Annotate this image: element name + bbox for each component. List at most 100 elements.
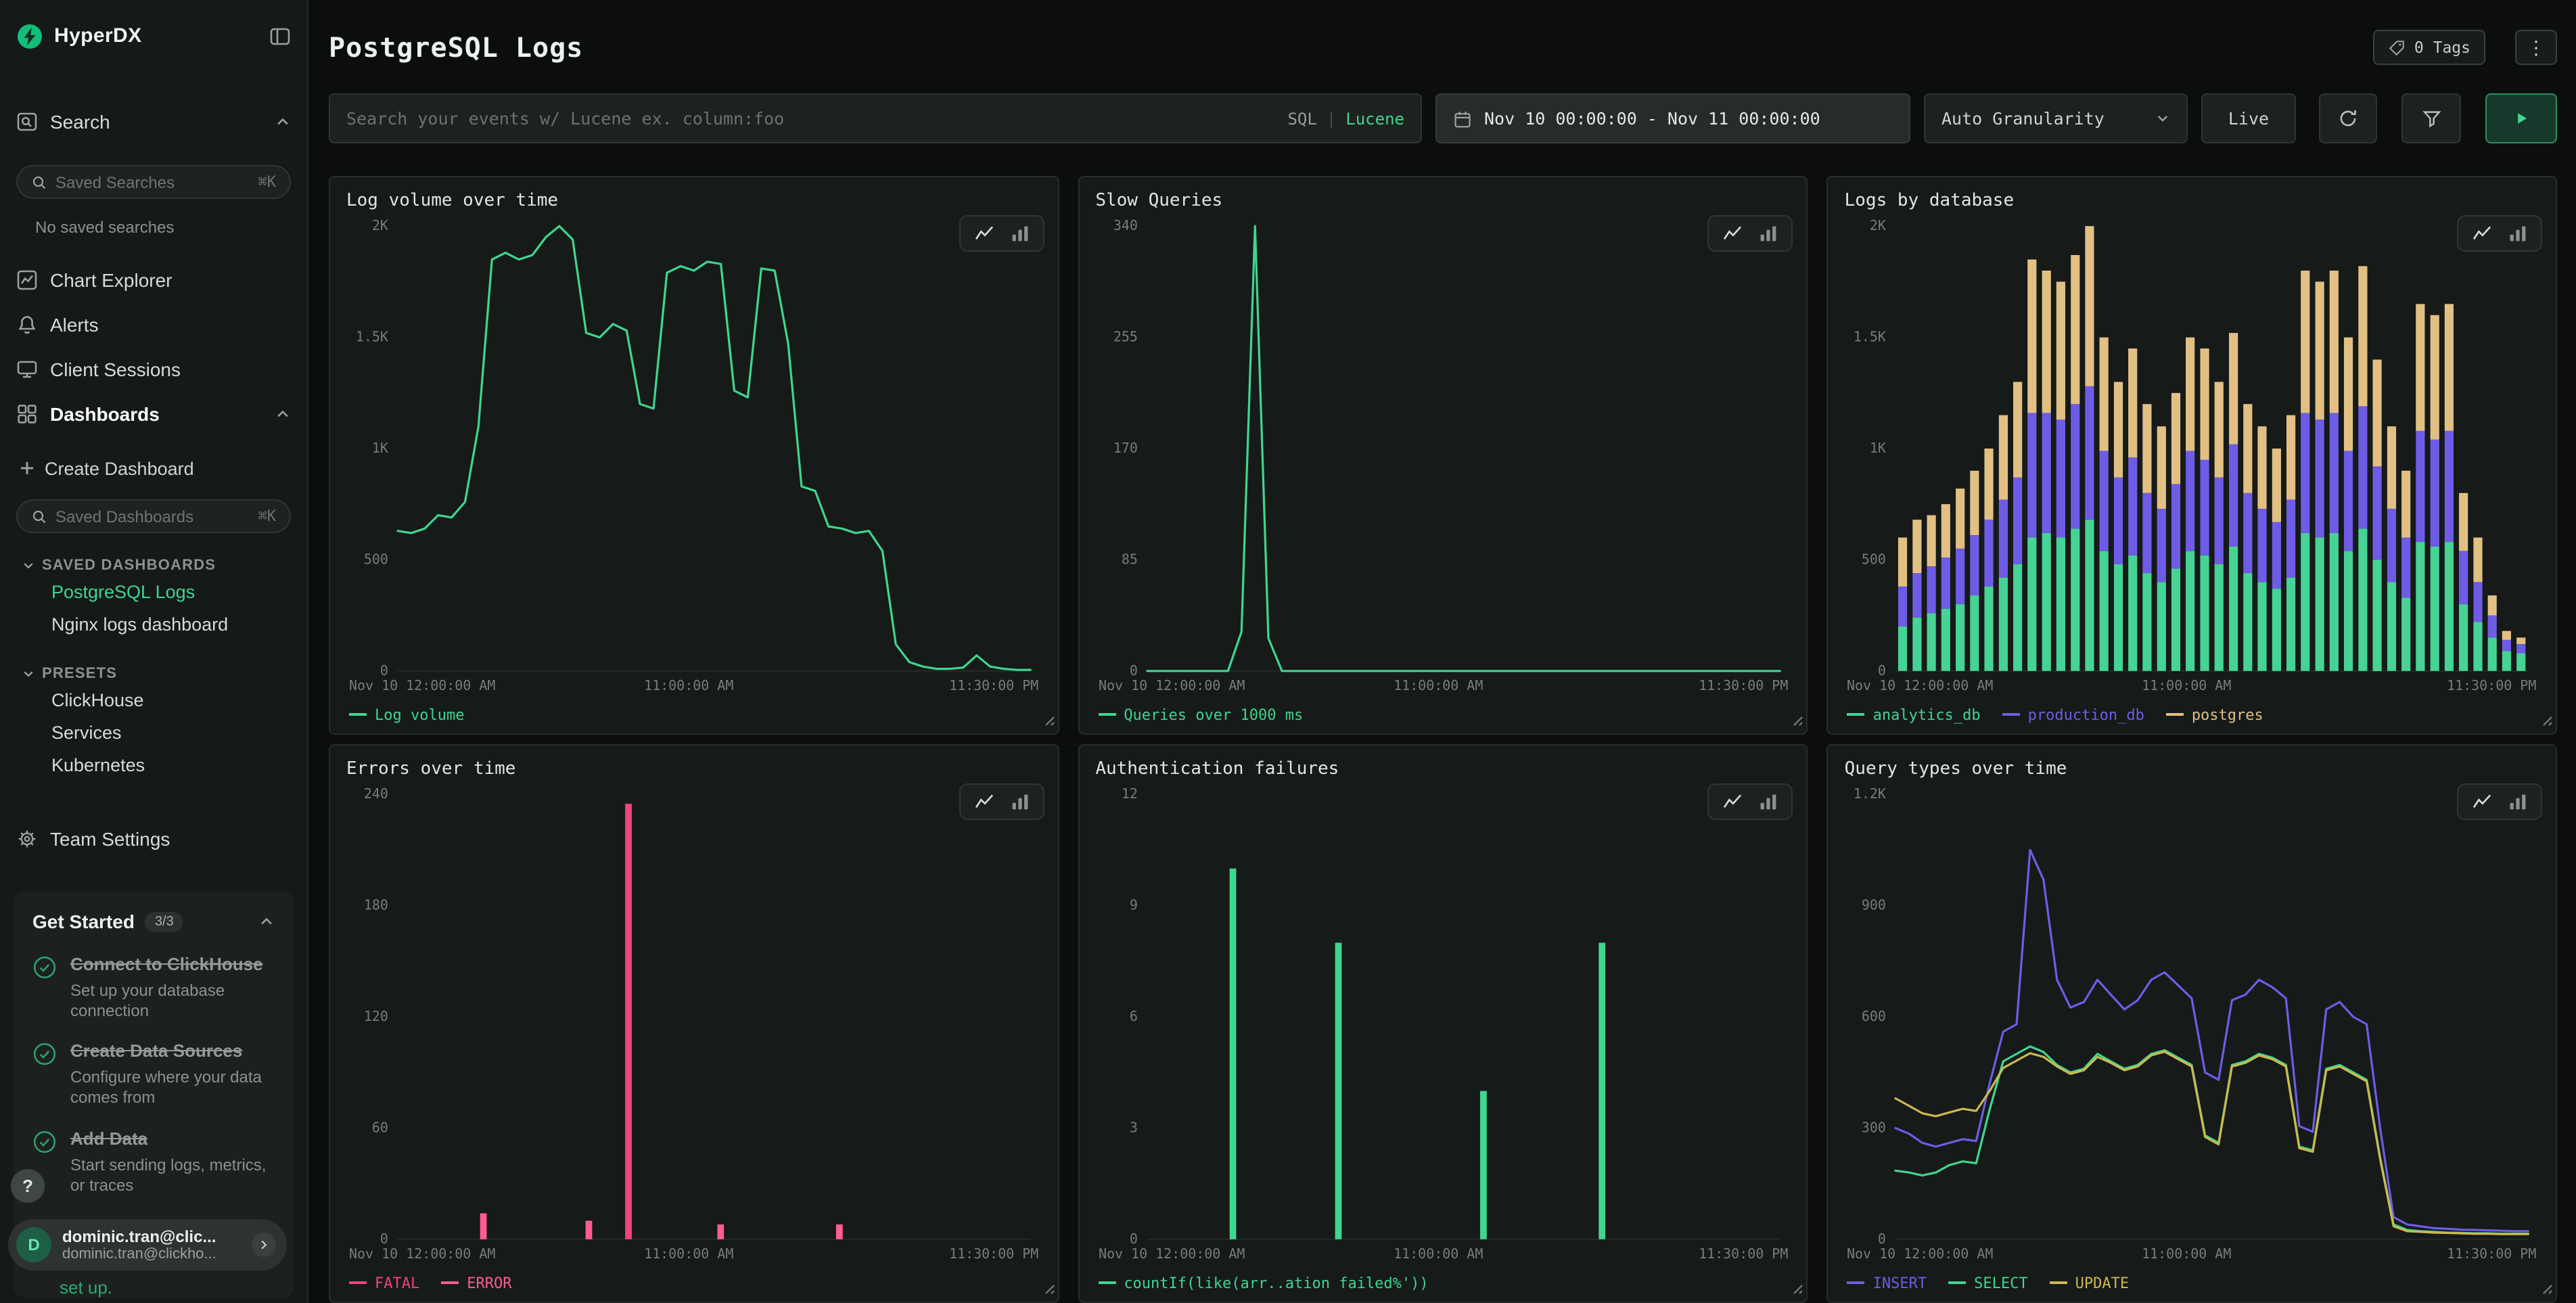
resize-handle[interactable]	[1791, 709, 1804, 731]
line-chart-icon[interactable]	[2472, 225, 2492, 242]
plot-area: 240180120600Nov 10 12:00:00 AM11:00:00 A…	[346, 783, 1041, 1266]
get-started-progress-badge: 3/3	[145, 911, 183, 932]
line-chart-icon[interactable]	[2472, 793, 2492, 810]
saved-searches-input[interactable]: ⌘K	[16, 165, 291, 199]
stacked-bar-segment	[2272, 449, 2281, 522]
filter-button[interactable]	[2401, 93, 2461, 143]
bar-chart-icon[interactable]	[1010, 793, 1029, 810]
stacked-bar-segment	[2488, 595, 2497, 616]
get-started-item[interactable]: Create Data Sources Configure where your…	[32, 1041, 275, 1110]
get-started-item[interactable]: Add Data Start sending logs, metrics, or…	[32, 1128, 275, 1196]
get-started-item-title: Create Data Sources	[70, 1041, 268, 1063]
refresh-button[interactable]	[2319, 93, 2377, 143]
sidebar-item-search[interactable]: Search	[16, 104, 291, 139]
bar-chart-icon[interactable]	[1010, 225, 1029, 242]
line-chart-icon[interactable]	[973, 793, 994, 810]
lucene-toggle[interactable]: Lucene	[1346, 109, 1404, 128]
legend-item[interactable]: Log volume	[349, 706, 464, 723]
sidebar-item-alerts[interactable]: Alerts	[16, 302, 291, 346]
help-button[interactable]: ?	[11, 1169, 45, 1203]
setup-link[interactable]: set up.	[60, 1277, 112, 1298]
stacked-bar-segment	[2172, 568, 2181, 670]
legend-item[interactable]: UPDATE	[2050, 1274, 2130, 1291]
sql-toggle[interactable]: SQL	[1287, 109, 1316, 128]
saved-dashboards-section-header[interactable]: SAVED DASHBOARDS	[16, 556, 291, 575]
legend-swatch	[1847, 1281, 1865, 1284]
stacked-bar-segment	[2230, 547, 2238, 671]
stacked-bar-segment	[2474, 582, 2483, 622]
tags-label: 0 Tags	[2414, 38, 2470, 57]
resize-handle[interactable]	[2539, 1277, 2553, 1299]
stacked-bar-segment	[1899, 587, 1908, 626]
sidebar-item-postgresql-logs[interactable]: PostgreSQL Logs	[16, 575, 291, 608]
legend-item[interactable]: FATAL	[349, 1274, 419, 1291]
get-started-header[interactable]: Get Started 3/3	[32, 908, 275, 935]
saved-dashboards-input[interactable]: ⌘K	[16, 499, 291, 533]
y-axis-tick-label: 170	[1113, 440, 1137, 456]
saved-searches-field[interactable]	[55, 173, 250, 191]
stacked-bar-segment	[2244, 404, 2253, 493]
stacked-bar-segment	[2460, 493, 2468, 551]
stacked-bar-segment	[2272, 589, 2281, 671]
page-menu-button[interactable]: ⋮	[2515, 30, 2557, 65]
legend-item[interactable]: Queries over 1000 ms	[1098, 706, 1303, 723]
tags-button[interactable]: 0 Tags	[2374, 30, 2485, 65]
main-content: PostgreSQL Logs 0 Tags ⋮ SQL | Lucene	[308, 0, 2576, 1303]
legend-item[interactable]: production_db	[2002, 706, 2144, 723]
collapse-sidebar-icon[interactable]	[269, 25, 291, 47]
team-settings-label: Team Settings	[50, 828, 170, 850]
legend-item[interactable]: ERROR	[441, 1274, 511, 1291]
calendar-icon	[1453, 109, 1472, 128]
run-query-button[interactable]	[2485, 93, 2557, 143]
live-button[interactable]: Live	[2201, 93, 2296, 143]
line-chart-icon[interactable]	[1723, 793, 1743, 810]
brand-row: HyperDX	[16, 18, 291, 54]
plus-icon	[19, 460, 35, 476]
stacked-bar-segment	[2129, 348, 2138, 457]
sidebar-item-team-settings[interactable]: Team Settings	[16, 821, 291, 856]
bar-chart-icon[interactable]	[2508, 225, 2527, 242]
saved-dashboards-field[interactable]	[55, 507, 250, 526]
stacked-bar-segment	[1927, 566, 1936, 613]
legend-item[interactable]: SELECT	[1948, 1274, 2028, 1291]
granularity-select[interactable]: Auto Granularity	[1924, 93, 2188, 143]
bar-chart-icon[interactable]	[2508, 793, 2527, 810]
stacked-bar-segment	[2143, 573, 2152, 671]
legend-item[interactable]: analytics_db	[1847, 706, 1981, 723]
granularity-value: Auto Granularity	[1941, 108, 2104, 129]
sidebar-item-nginx-logs-dashboard[interactable]: Nginx logs dashboard	[16, 608, 291, 640]
user-menu[interactable]: D dominic.tran@clic... dominic.tran@clic…	[8, 1219, 287, 1271]
sidebar-item-chart-explorer[interactable]: Chart Explorer	[16, 257, 291, 302]
resize-handle[interactable]	[1041, 709, 1055, 731]
bar-chart-icon[interactable]	[1760, 225, 1778, 242]
event-search-input[interactable]	[346, 108, 1274, 129]
date-range-picker[interactable]: Nov 10 00:00:00 - Nov 11 00:00:00	[1435, 93, 1910, 143]
chevron-down-icon	[22, 559, 35, 572]
line-chart-icon[interactable]	[973, 225, 994, 242]
y-axis-tick-label: 2K	[372, 217, 388, 233]
legend-swatch	[2002, 713, 2020, 716]
resize-handle[interactable]	[1791, 1277, 1804, 1299]
get-started-item[interactable]: Connect to ClickHouse Set up your databa…	[32, 954, 275, 1022]
resize-handle[interactable]	[1041, 1277, 1055, 1299]
sidebar-item-clickhouse[interactable]: ClickHouse	[16, 683, 291, 716]
stacked-bar-segment	[2201, 348, 2209, 459]
sidebar-item-kubernetes[interactable]: Kubernetes	[16, 748, 291, 781]
legend-item[interactable]: postgres	[2166, 706, 2263, 723]
line-chart-icon[interactable]	[1723, 225, 1743, 242]
y-axis-tick-label: 1.2K	[1854, 785, 1887, 802]
x-axis-tick-label: 11:30:00 PM	[2447, 1245, 2537, 1262]
create-dashboard-button[interactable]: Create Dashboard	[16, 452, 291, 484]
sidebar-item-client-sessions[interactable]: Client Sessions	[16, 346, 291, 391]
event-search-box[interactable]: SQL | Lucene	[329, 93, 1422, 143]
sidebar-item-services[interactable]: Services	[16, 716, 291, 748]
stacked-bar-segment	[2186, 551, 2195, 670]
resize-handle[interactable]	[2539, 709, 2553, 731]
stacked-bar-segment	[2359, 528, 2368, 670]
presets-section-header[interactable]: PRESETS	[16, 664, 291, 683]
chart-legend: FATAL ERROR	[346, 1266, 1041, 1299]
sidebar-item-dashboards[interactable]: Dashboards	[16, 391, 291, 436]
legend-item[interactable]: INSERT	[1847, 1274, 1927, 1291]
bar-chart-icon[interactable]	[1760, 793, 1778, 810]
legend-item[interactable]: countIf(like(arr..ation failed%'))	[1098, 1274, 1428, 1291]
